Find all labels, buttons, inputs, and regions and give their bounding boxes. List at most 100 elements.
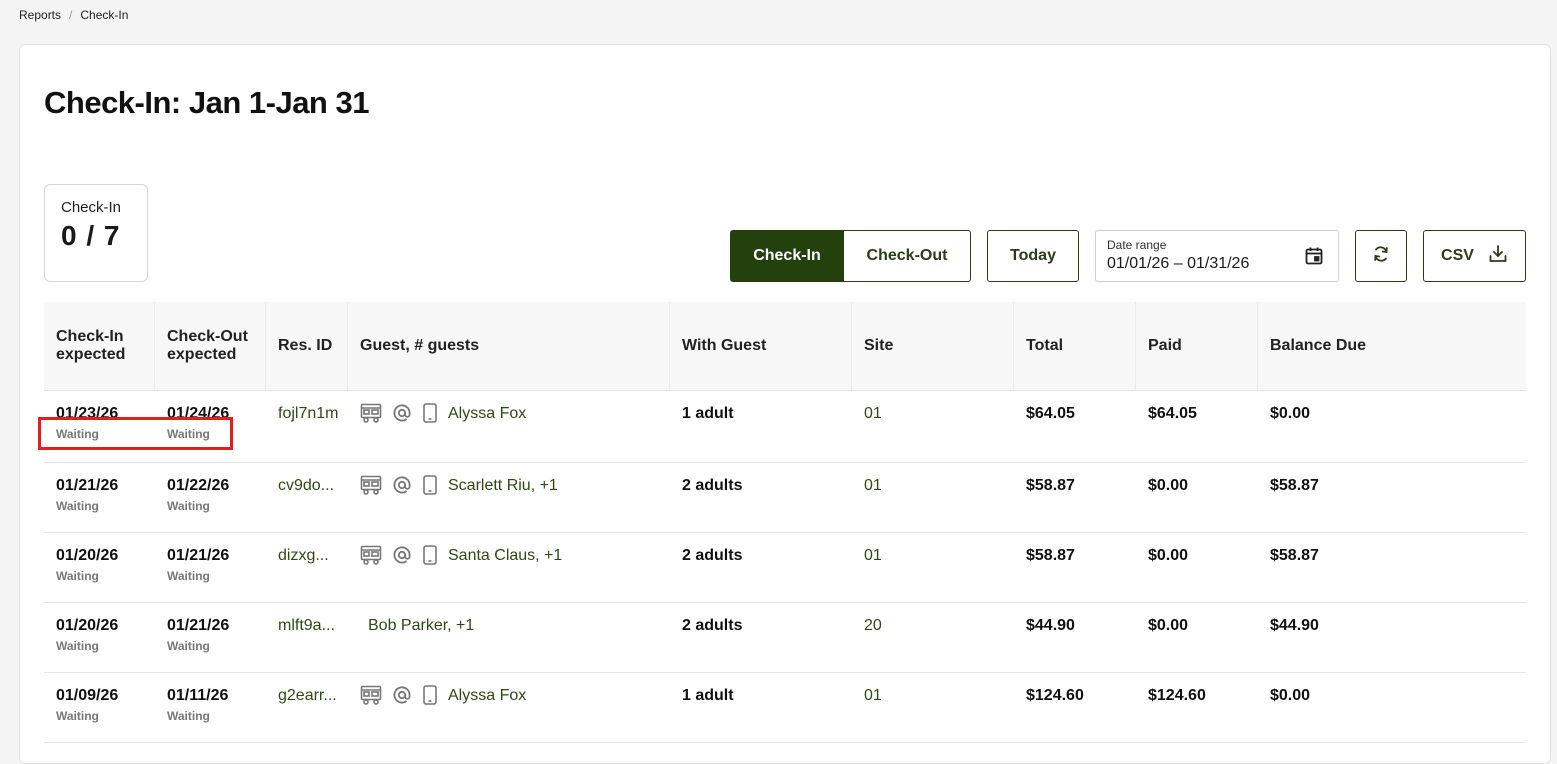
res-id-link[interactable]: g2earr... xyxy=(266,673,348,742)
total-cell: $58.87 xyxy=(1026,547,1075,564)
header-with-guest[interactable]: With Guest xyxy=(670,302,852,390)
site-link[interactable]: 20 xyxy=(852,603,1014,672)
rv-icon xyxy=(360,545,382,570)
table-row[interactable]: 01/21/26 Waiting 01/22/26 Waiting cv9do.… xyxy=(44,463,1526,533)
email-icon[interactable] xyxy=(392,403,412,428)
with-guest-cell: 2 adults xyxy=(682,617,743,634)
phone-icon[interactable] xyxy=(422,684,438,710)
total-cell: $64.05 xyxy=(1026,405,1075,422)
table-row[interactable]: 01/09/26 Waiting 01/11/26 Waiting g2earr… xyxy=(44,673,1526,743)
paid-cell: $124.60 xyxy=(1148,687,1206,704)
total-cell: $124.60 xyxy=(1026,687,1084,704)
checkout-date: 01/11/26 xyxy=(167,687,229,704)
checkin-date: 01/21/26 xyxy=(56,477,119,494)
site-link[interactable]: 01 xyxy=(852,673,1014,742)
with-guest-cell: 2 adults xyxy=(682,477,743,494)
total-cell: $58.87 xyxy=(1026,477,1075,494)
email-icon[interactable] xyxy=(392,475,412,500)
balance-due-cell: $44.90 xyxy=(1270,617,1319,634)
site-link[interactable]: 01 xyxy=(852,533,1014,602)
table-row[interactable]: 01/20/26 Waiting 01/21/26 Waiting dizxg.… xyxy=(44,533,1526,603)
breadcrumb-reports-link[interactable]: Reports xyxy=(19,8,61,22)
checkin-date: 01/09/26 xyxy=(56,687,119,704)
paid-cell: $0.00 xyxy=(1148,477,1189,494)
guest-cell: Alyssa Fox xyxy=(348,673,670,742)
checkout-cell: 01/21/26 Waiting xyxy=(155,533,266,602)
header-checkin-expected[interactable]: Check-In expected xyxy=(44,302,155,390)
refresh-button[interactable] xyxy=(1355,230,1407,282)
site-link[interactable]: 01 xyxy=(852,391,1014,462)
guest-name-link[interactable]: Alyssa Fox xyxy=(448,687,526,705)
with-guest-cell: 1 adult xyxy=(682,405,734,422)
phone-icon[interactable] xyxy=(422,544,438,570)
guest-name-link[interactable]: Santa Claus, +1 xyxy=(448,547,562,565)
checkin-cell: 01/21/26 Waiting xyxy=(44,463,155,532)
guest-name-link[interactable]: Bob Parker, +1 xyxy=(368,617,474,635)
calendar-icon[interactable] xyxy=(1304,246,1324,271)
guest-icons xyxy=(360,402,438,428)
balance-due-cell: $0.00 xyxy=(1270,687,1311,704)
guest-name-link[interactable]: Alyssa Fox xyxy=(448,405,526,423)
download-icon xyxy=(1488,244,1508,269)
checkin-status: Waiting xyxy=(56,709,99,723)
checkin-cell: 01/20/26 Waiting xyxy=(44,603,155,672)
total-cell: $44.90 xyxy=(1026,617,1075,634)
res-id-link[interactable]: mlft9a... xyxy=(266,603,348,672)
table-row[interactable]: 01/23/26 Waiting 01/24/26 Waiting fojl7n… xyxy=(44,391,1526,463)
checkin-status: Waiting xyxy=(56,569,99,583)
checkin-tab-button[interactable]: Check-In xyxy=(730,230,844,282)
header-paid[interactable]: Paid xyxy=(1136,302,1258,390)
checkin-stat-card: Check-In 0 / 7 xyxy=(44,184,148,282)
guest-icons xyxy=(360,474,438,500)
checkout-tab-button[interactable]: Check-Out xyxy=(844,230,971,282)
header-balance-due[interactable]: Balance Due xyxy=(1258,302,1526,390)
checkin-cell: 01/20/26 Waiting xyxy=(44,533,155,602)
guest-cell: Santa Claus, +1 xyxy=(348,533,670,602)
rv-icon xyxy=(360,685,382,710)
paid-cell: $64.05 xyxy=(1148,405,1197,422)
guest-cell: Alyssa Fox xyxy=(348,391,670,462)
checkin-cell: 01/09/26 Waiting xyxy=(44,673,155,742)
mode-toggle: Check-In Check-Out xyxy=(730,230,971,282)
stat-label: Check-In xyxy=(61,199,122,216)
header-guest[interactable]: Guest, # guests xyxy=(348,302,670,390)
header-total[interactable]: Total xyxy=(1014,302,1136,390)
toolbar: Check-In Check-Out Today Date range 01/0… xyxy=(730,230,1526,282)
date-range-label: Date range xyxy=(1107,238,1167,252)
checkout-cell: 01/21/26 Waiting xyxy=(155,603,266,672)
paid-cell: $0.00 xyxy=(1148,547,1189,564)
table-body: 01/23/26 Waiting 01/24/26 Waiting fojl7n… xyxy=(44,391,1526,743)
checkout-date: 01/21/26 xyxy=(167,547,230,564)
header-site[interactable]: Site xyxy=(852,302,1014,390)
breadcrumb-current: Check-In xyxy=(80,8,129,22)
highlight-annotation-box xyxy=(38,417,233,450)
header-res-id[interactable]: Res. ID xyxy=(266,302,348,390)
page-title: Check-In: Jan 1-Jan 31 xyxy=(44,85,369,120)
guest-cell: Bob Parker, +1 xyxy=(348,603,670,672)
today-button[interactable]: Today xyxy=(987,230,1079,282)
table-row[interactable]: 01/20/26 Waiting 01/21/26 Waiting mlft9a… xyxy=(44,603,1526,673)
breadcrumb-separator: / xyxy=(69,8,73,22)
checkout-status: Waiting xyxy=(167,639,210,653)
report-card: Check-In: Jan 1-Jan 31 Check-In 0 / 7 Ch… xyxy=(19,44,1551,764)
res-id-link[interactable]: dizxg... xyxy=(266,533,348,602)
guest-name-link[interactable]: Scarlett Riu, +1 xyxy=(448,477,558,495)
checkout-date: 01/22/26 xyxy=(167,477,230,494)
res-id-link[interactable]: cv9do... xyxy=(266,463,348,532)
checkout-cell: 01/22/26 Waiting xyxy=(155,463,266,532)
date-range-field[interactable]: Date range 01/01/26 – 01/31/26 xyxy=(1095,230,1339,282)
email-icon[interactable] xyxy=(392,545,412,570)
csv-export-button[interactable]: CSV xyxy=(1423,230,1526,282)
phone-icon[interactable] xyxy=(422,474,438,500)
phone-icon[interactable] xyxy=(422,402,438,428)
table-header: Check-In expected Check-Out expected Res… xyxy=(44,302,1526,391)
rv-icon xyxy=(360,475,382,500)
checkout-status: Waiting xyxy=(167,569,210,583)
email-icon[interactable] xyxy=(392,685,412,710)
res-id-link[interactable]: fojl7n1m xyxy=(266,391,348,462)
csv-label: CSV xyxy=(1441,247,1474,264)
header-checkout-expected[interactable]: Check-Out expected xyxy=(155,302,266,390)
refresh-icon xyxy=(1371,244,1391,269)
site-link[interactable]: 01 xyxy=(852,463,1014,532)
guest-icons xyxy=(360,544,438,570)
